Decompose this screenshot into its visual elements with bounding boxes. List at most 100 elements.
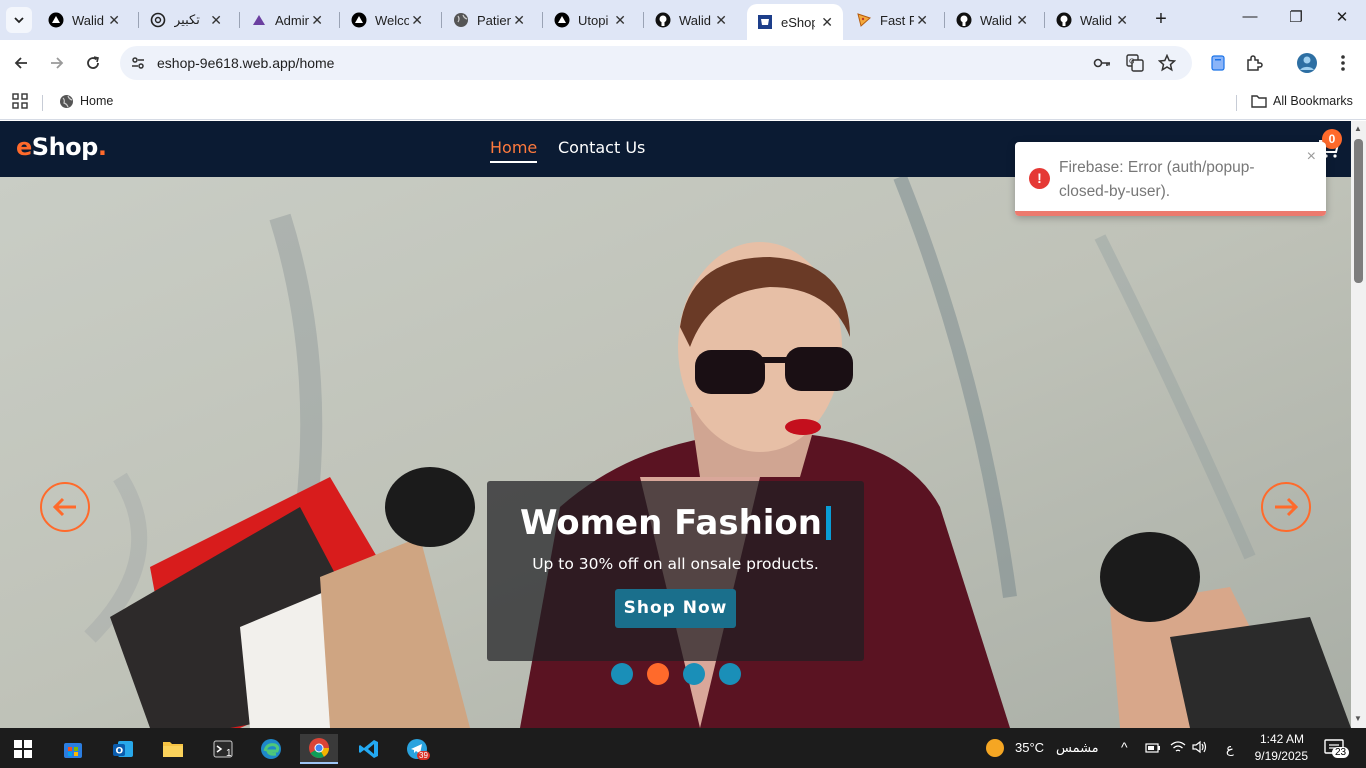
chrome-icon[interactable] bbox=[300, 734, 338, 764]
new-tab-button[interactable]: + bbox=[1150, 9, 1172, 31]
profile-avatar[interactable] bbox=[1294, 50, 1320, 76]
toast-progress-bar bbox=[1015, 211, 1326, 216]
logo-text: Shop bbox=[31, 133, 99, 161]
extensions-icon[interactable] bbox=[1241, 50, 1267, 76]
bookmark-home[interactable]: Home bbox=[58, 93, 113, 109]
browser-tab[interactable]: Fast F ✕ bbox=[846, 6, 938, 34]
browser-tab[interactable]: Walid ✕ bbox=[1046, 6, 1138, 34]
github-icon bbox=[1056, 12, 1072, 28]
battery-icon[interactable] bbox=[1145, 741, 1161, 759]
tab-close-icon[interactable]: ✕ bbox=[1116, 12, 1128, 29]
hero-caption: Women Fashion Up to 30% off on all onsal… bbox=[487, 481, 864, 661]
tab-title: Admin bbox=[275, 12, 309, 28]
pizza-icon bbox=[856, 12, 872, 28]
wifi-icon[interactable] bbox=[1170, 740, 1186, 759]
outlook-icon[interactable]: O bbox=[104, 734, 142, 764]
browser-tab[interactable]: Walid ✕ bbox=[946, 6, 1038, 34]
site-logo[interactable]: eShop. bbox=[16, 133, 107, 161]
browser-tab[interactable]: Admin ✕ bbox=[241, 6, 333, 34]
tab-close-icon[interactable]: ✕ bbox=[513, 12, 525, 29]
slide-dot-3[interactable] bbox=[683, 663, 705, 685]
browser-tab[interactable]: Welco ✕ bbox=[341, 6, 433, 34]
volume-icon[interactable] bbox=[1192, 740, 1208, 759]
telegram-icon[interactable]: 39 bbox=[398, 734, 436, 764]
vscode-icon[interactable] bbox=[350, 734, 388, 764]
bookmark-divider bbox=[42, 95, 43, 111]
browser-menu-icon[interactable] bbox=[1330, 50, 1356, 76]
apps-grid-icon[interactable] bbox=[12, 93, 28, 109]
tab-separator bbox=[339, 12, 340, 28]
tab-close-icon[interactable]: ✕ bbox=[108, 12, 120, 29]
tab-separator bbox=[138, 12, 139, 28]
folder-icon bbox=[1251, 93, 1267, 109]
tab-close-icon[interactable]: ✕ bbox=[210, 12, 222, 29]
weather-desc[interactable]: مشمس bbox=[1056, 740, 1099, 756]
page-scrollbar[interactable]: ▲ ▼ bbox=[1351, 121, 1366, 728]
github-icon bbox=[956, 12, 972, 28]
tab-close-icon[interactable]: ✕ bbox=[821, 14, 833, 31]
back-button[interactable] bbox=[8, 50, 34, 76]
edge-icon[interactable] bbox=[252, 734, 290, 764]
terminal-icon[interactable]: 1 bbox=[204, 734, 242, 764]
browser-tab[interactable]: تكبير ✕ bbox=[140, 6, 232, 34]
tray-chevron-up-icon[interactable]: ^ bbox=[1121, 739, 1128, 755]
tab-close-icon[interactable]: ✕ bbox=[411, 12, 423, 29]
vercel-icon bbox=[554, 12, 570, 28]
tab-separator bbox=[944, 12, 945, 28]
microsoft-store-icon[interactable] bbox=[54, 734, 92, 764]
chatgpt-icon bbox=[150, 12, 166, 28]
tab-close-icon[interactable]: ✕ bbox=[1016, 12, 1028, 29]
arrow-right-icon bbox=[1275, 497, 1299, 517]
tab-close-icon[interactable]: ✕ bbox=[916, 12, 928, 29]
address-bar[interactable]: eshop-9e618.web.app/home G bbox=[120, 46, 1192, 80]
browser-tab[interactable]: Walid ✕ bbox=[38, 6, 130, 34]
tab-search-button[interactable] bbox=[6, 7, 32, 33]
close-window-button[interactable]: ✕ bbox=[1330, 8, 1354, 32]
password-key-icon[interactable] bbox=[1092, 53, 1112, 73]
reading-mode-icon[interactable] bbox=[1205, 50, 1231, 76]
clock-time[interactable]: 1:42 AM bbox=[1258, 732, 1304, 746]
weather-sun-icon[interactable] bbox=[985, 738, 1005, 763]
tab-title: Walid bbox=[980, 12, 1013, 28]
input-language[interactable]: ع bbox=[1226, 741, 1234, 757]
forward-button[interactable] bbox=[44, 50, 70, 76]
tab-title: Walid bbox=[1080, 12, 1113, 28]
slide-dot-2[interactable] bbox=[647, 663, 669, 685]
tab-close-icon[interactable]: ✕ bbox=[311, 12, 323, 29]
tab-title: Walid bbox=[72, 12, 105, 28]
clock-date[interactable]: 9/19/2025 bbox=[1246, 749, 1308, 763]
reload-button[interactable] bbox=[80, 50, 106, 76]
windows-start-icon[interactable] bbox=[4, 734, 42, 764]
toast-close-button[interactable]: × bbox=[1307, 148, 1316, 166]
site-settings-icon[interactable] bbox=[128, 53, 148, 73]
weather-temp[interactable]: 35°C bbox=[1015, 740, 1044, 755]
nav-contact-link[interactable]: Contact Us bbox=[558, 138, 645, 157]
browser-tab[interactable]: Patien ✕ bbox=[443, 6, 535, 34]
slide-dot-4[interactable] bbox=[719, 663, 741, 685]
minimize-button[interactable]: — bbox=[1238, 8, 1262, 32]
next-slide-button[interactable] bbox=[1261, 482, 1311, 532]
tab-close-icon[interactable]: ✕ bbox=[614, 12, 626, 29]
hero-subtitle: Up to 30% off on all onsale products. bbox=[532, 555, 819, 573]
browser-tab[interactable]: Walid ✕ bbox=[645, 6, 737, 34]
scroll-up-arrow-icon[interactable]: ▲ bbox=[1354, 124, 1362, 133]
browser-tab[interactable]: Utopi ✕ bbox=[544, 6, 636, 34]
restore-button[interactable]: ❐ bbox=[1284, 8, 1308, 32]
file-explorer-icon[interactable] bbox=[154, 734, 192, 764]
browser-tab[interactable]: eShop ✕ bbox=[747, 4, 843, 40]
scrollbar-thumb[interactable] bbox=[1354, 139, 1363, 283]
all-bookmarks-button[interactable]: All Bookmarks bbox=[1251, 93, 1353, 109]
logo-accent: e bbox=[16, 133, 32, 161]
tab-close-icon[interactable]: ✕ bbox=[715, 12, 727, 29]
nav-home-link[interactable]: Home bbox=[490, 138, 538, 163]
translate-icon[interactable]: G bbox=[1125, 53, 1145, 73]
slide-dot-1[interactable] bbox=[611, 663, 633, 685]
admin-icon bbox=[251, 12, 267, 28]
eshop-icon bbox=[757, 14, 773, 30]
scroll-down-arrow-icon[interactable]: ▼ bbox=[1354, 714, 1362, 723]
hero-title: Women Fashion bbox=[520, 503, 831, 543]
shop-now-button[interactable]: Shop Now bbox=[614, 589, 737, 628]
prev-slide-button[interactable] bbox=[40, 482, 90, 532]
url-text[interactable]: eshop-9e618.web.app/home bbox=[157, 55, 334, 71]
bookmark-star-icon[interactable] bbox=[1157, 53, 1177, 73]
